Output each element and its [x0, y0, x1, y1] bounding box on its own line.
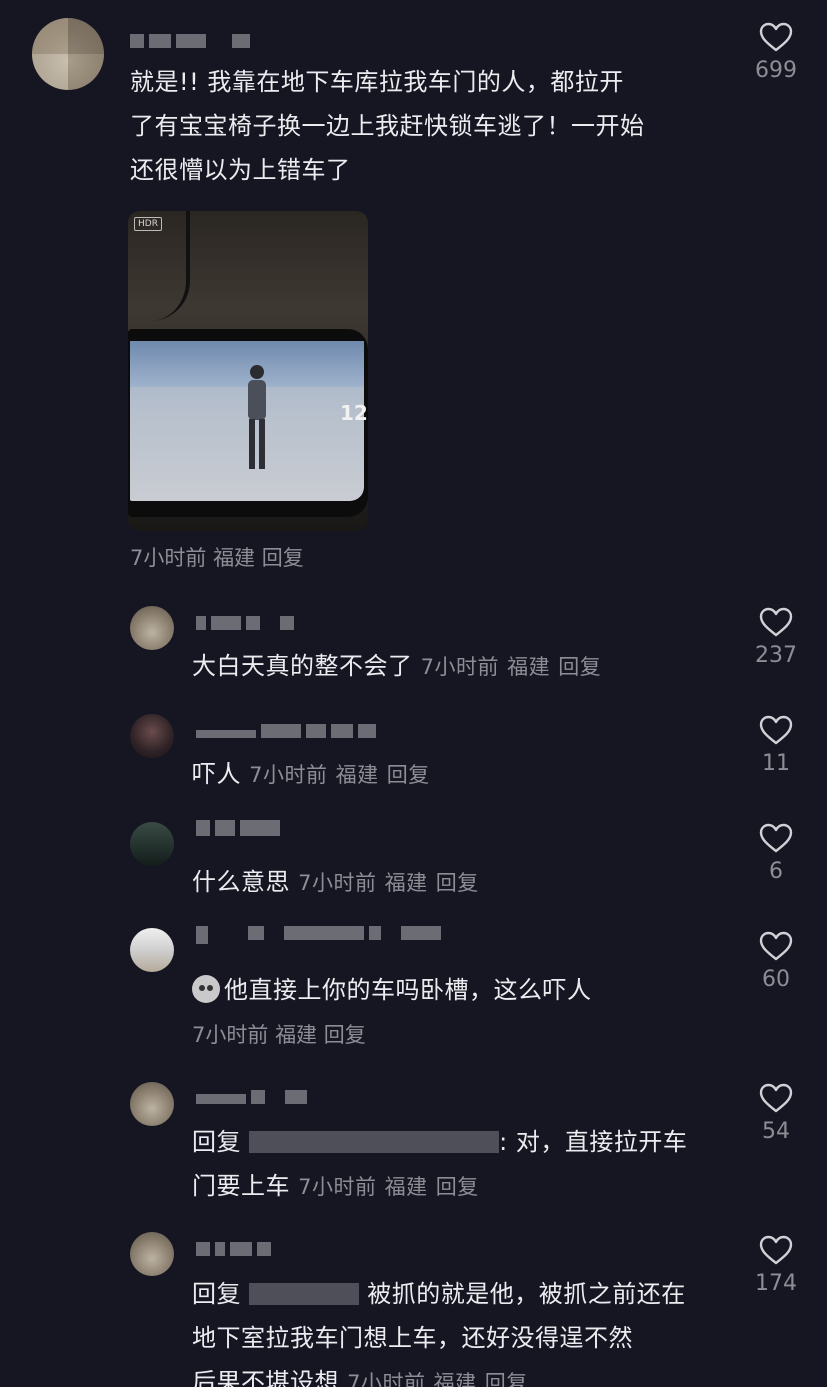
like-count: 6: [769, 859, 783, 884]
comment-time: 7小时前: [347, 1371, 426, 1387]
heart-outline-icon: [759, 931, 793, 961]
comment-text: 就是!! 我靠在地下车库拉我车门的人，都拉开 了有宝宝椅子换一边上我赶快锁车逃了…: [130, 60, 730, 192]
username-masked[interactable]: [196, 1242, 276, 1256]
username-masked[interactable]: [196, 724, 381, 738]
comment-time: 7小时前: [192, 1023, 269, 1047]
reply-button[interactable]: 回复: [436, 871, 479, 895]
username-masked[interactable]: [196, 820, 285, 836]
like-count: 237: [755, 643, 797, 668]
comment-location: 福建: [275, 1023, 318, 1047]
like-count: 174: [755, 1271, 797, 1296]
username-masked[interactable]: [196, 616, 299, 630]
comment-location: 福建: [433, 1371, 477, 1387]
reply-button[interactable]: 回复: [324, 1023, 366, 1047]
avatar[interactable]: [32, 18, 104, 90]
like-button[interactable]: 11: [741, 715, 811, 776]
comment-body: : 对，直接拉开车: [499, 1128, 688, 1156]
comment-text: 回复 被抓的就是他，被抓之前还在 地下室拉我车门想上车，还好没得逞不然 后果不堪…: [192, 1272, 732, 1387]
avatar[interactable]: [130, 606, 174, 650]
avatar-cat-image: [32, 18, 104, 90]
comment-body-continued: 地下室拉我车门想上车，还好没得逞不然: [192, 1324, 633, 1352]
like-count: 699: [755, 58, 797, 83]
comment-location: 福建: [507, 655, 551, 679]
like-button[interactable]: 174: [741, 1235, 811, 1296]
comment-text-line: 回复 : 对，直接拉开车: [192, 1120, 732, 1164]
like-count: 54: [762, 1119, 790, 1144]
avatar[interactable]: [130, 822, 174, 866]
rearview-mirror: 12:: [128, 329, 368, 517]
avatar[interactable]: [130, 714, 174, 758]
comment-text-line: 就是!! 我靠在地下车库拉我车门的人，都拉开: [130, 68, 624, 96]
comment-location: 福建: [335, 763, 379, 787]
heart-outline-icon: [759, 1083, 793, 1113]
comment-body: 吓人: [192, 760, 241, 788]
like-button[interactable]: 60: [741, 931, 811, 992]
mention-masked[interactable]: [249, 1131, 500, 1153]
like-button[interactable]: 54: [741, 1083, 811, 1144]
comment-location: 福建: [384, 871, 428, 895]
comment-thread: 就是!! 我靠在地下车库拉我车门的人，都拉开 了有宝宝椅子换一边上我赶快锁车逃了…: [0, 0, 827, 1387]
comment-text: 他直接上你的车吗卧槽，这么吓人: [192, 968, 752, 1012]
mirror-screen: 12:: [130, 341, 368, 501]
comment-text-line: 还很懵以为上错车了: [130, 156, 351, 184]
heart-outline-icon: [759, 1235, 793, 1265]
comment-time: 7小时前: [298, 1175, 377, 1199]
comment-text-line: 回复 被抓的就是他，被抓之前还在: [192, 1272, 732, 1316]
avatar[interactable]: [130, 1082, 174, 1126]
comment-body: 他直接上你的车吗卧槽，这么吓人: [224, 976, 592, 1004]
like-button[interactable]: 699: [741, 22, 811, 83]
comment-media-image[interactable]: HDR 12:: [128, 211, 368, 531]
comment-time: 7小时前: [298, 871, 377, 895]
heart-outline-icon: [759, 22, 793, 52]
like-button[interactable]: 6: [741, 823, 811, 884]
comment-body-continued: 门要上车: [192, 1172, 290, 1200]
like-count: 11: [762, 751, 790, 776]
comment-text: 吓人 7小时前 福建 回复: [192, 752, 732, 797]
comment-text-line: 后果不堪设想 7小时前 福建 回复: [192, 1360, 732, 1387]
reply-button[interactable]: 回复: [262, 546, 304, 570]
comment-text-line: 了有宝宝椅子换一边上我赶快锁车逃了！一开始: [130, 112, 645, 140]
person-figure: [248, 365, 266, 469]
reply-button[interactable]: 回复: [436, 1175, 479, 1199]
username-masked[interactable]: [196, 1090, 312, 1104]
comment-meta: 7小时前 福建 回复: [130, 543, 304, 573]
comment-time: 7小时前: [420, 655, 500, 679]
avatar[interactable]: [130, 1232, 174, 1276]
comment-location: 福建: [384, 1175, 428, 1199]
comment-text: 回复 : 对，直接拉开车 门要上车 7小时前 福建 回复: [192, 1120, 732, 1209]
comment-body: 被抓的就是他，被抓之前还在: [367, 1280, 686, 1308]
comment-time: 7小时前: [249, 763, 328, 787]
emoji-icon: [192, 975, 220, 1003]
reply-button[interactable]: 回复: [387, 763, 430, 787]
hdr-badge: HDR: [134, 217, 162, 231]
reply-button[interactable]: 回复: [558, 655, 601, 679]
comment-time: 7小时前: [130, 546, 207, 570]
heart-outline-icon: [759, 823, 793, 853]
reply-prefix: 回复: [192, 1128, 241, 1156]
username-masked[interactable]: [196, 926, 446, 944]
comment-body: 大白天真的整不会了: [192, 652, 413, 680]
heart-outline-icon: [759, 607, 793, 637]
comment-body: 什么意思: [192, 868, 290, 896]
mention-masked[interactable]: [249, 1283, 360, 1305]
reply-button[interactable]: 回复: [485, 1371, 528, 1387]
comment-text: 什么意思 7小时前 福建 回复: [192, 860, 732, 905]
avatar[interactable]: [130, 928, 174, 972]
reply-prefix: 回复: [192, 1280, 241, 1308]
like-button[interactable]: 237: [741, 607, 811, 668]
comment-location: 福建: [213, 546, 256, 570]
comment-text: 大白天真的整不会了 7小时前 福建 回复: [192, 644, 732, 689]
like-count: 60: [762, 967, 790, 992]
comment-meta: 7小时前 福建 回复: [192, 1020, 366, 1050]
comment-text-line: 门要上车 7小时前 福建 回复: [192, 1164, 732, 1209]
comment-body-continued: 后果不堪设想: [192, 1368, 339, 1387]
heart-outline-icon: [759, 715, 793, 745]
mirror-time-display: 12:: [340, 401, 368, 425]
username-masked[interactable]: [130, 34, 255, 48]
